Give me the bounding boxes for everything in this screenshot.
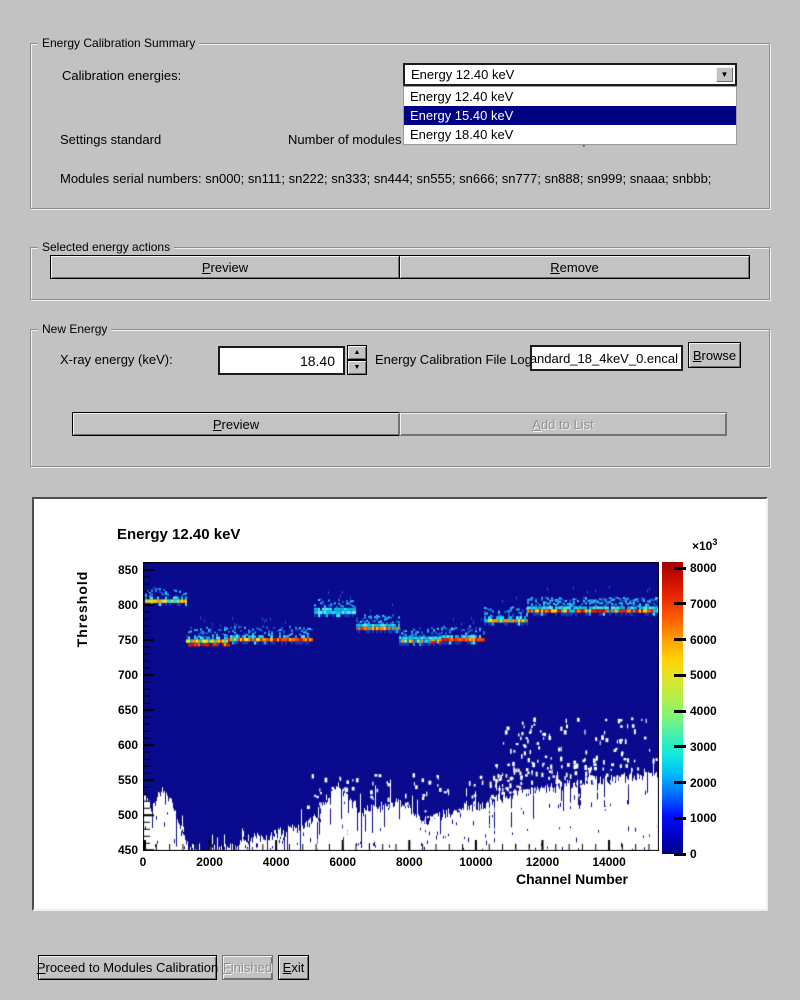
actions-group-title: Selected energy actions: [38, 240, 174, 254]
y-tick-label: 650: [94, 703, 138, 717]
x-tick-label: 0: [113, 855, 173, 869]
colorbar-tick-label: 2000: [690, 776, 717, 790]
new-energy-group-title: New Energy: [38, 322, 111, 336]
calibration-energies-dropdown: Energy 12.40 keV Energy 15.40 keV Energy…: [403, 86, 737, 145]
browse-button-label: B: [693, 348, 702, 363]
y-tick-label: 700: [94, 668, 138, 682]
number-of-modules-label: Number of modules 12: [288, 132, 420, 147]
file-log-label: Energy Calibration File Log: [375, 352, 532, 367]
colorbar-tick: [674, 567, 686, 570]
y-tick-label: 850: [94, 563, 138, 577]
x-tick-label: 10000: [446, 855, 506, 869]
colorbar-tick: [674, 817, 686, 820]
y-tick-label: 750: [94, 633, 138, 647]
calibration-energies-combobox[interactable]: Energy 12.40 keV ▼: [403, 63, 737, 86]
file-log-input[interactable]: standard_18_4keV_0.encal: [530, 345, 683, 371]
finished-button[interactable]: Finished: [222, 955, 273, 980]
x-tick-label: 12000: [512, 855, 572, 869]
colorbar-tick-label: 0: [690, 847, 697, 861]
colorbar-tick-label: 4000: [690, 704, 717, 718]
spin-down-button[interactable]: ▼: [347, 360, 367, 375]
xray-energy-value: 18.40: [300, 353, 335, 369]
colorbar-tick-label: 5000: [690, 668, 717, 682]
colorbar-multiplier: ×103: [692, 537, 717, 553]
colorbar-tick: [674, 638, 686, 641]
preview-new-button-label: P: [213, 417, 222, 432]
combobox-dropdown-button[interactable]: ▼: [716, 67, 733, 82]
y-tick-label: 500: [94, 808, 138, 822]
y-tick-label: 800: [94, 598, 138, 612]
colorbar-tick: [674, 674, 686, 677]
colorbar-tick: [674, 781, 686, 784]
spin-up-button[interactable]: ▲: [347, 345, 367, 360]
x-tick-label: 14000: [579, 855, 639, 869]
dropdown-item-2[interactable]: Energy 18.40 keV: [404, 125, 736, 144]
calibration-energies-label: Calibration energies:: [62, 68, 181, 83]
y-tick-label: 550: [94, 773, 138, 787]
preview-selected-button[interactable]: Preview: [50, 255, 400, 279]
finished-button-label: F: [223, 960, 231, 975]
proceed-button-label: P: [37, 960, 46, 975]
remove-button-label: R: [550, 260, 559, 275]
proceed-to-modules-calibration-button[interactable]: Proceed to Modules Calibration: [38, 955, 217, 980]
xray-energy-label: X-ray energy (keV):: [60, 352, 173, 367]
settings-standard-label: Settings standard: [60, 132, 161, 147]
x-tick-label: 6000: [313, 855, 373, 869]
colorbar-tick-label: 8000: [690, 561, 717, 575]
colorbar: [662, 562, 683, 854]
remove-button[interactable]: Remove: [399, 255, 750, 279]
colorbar-tick-label: 6000: [690, 633, 717, 647]
arrow-down-icon: ▼: [354, 364, 361, 371]
x-tick-label: 2000: [180, 855, 240, 869]
colorbar-tick: [674, 710, 686, 713]
add-to-list-button[interactable]: Add to List: [399, 412, 727, 436]
x-tick-label: 4000: [246, 855, 306, 869]
colorbar-tick-label: 7000: [690, 597, 717, 611]
y-axis-title: Threshold: [74, 571, 90, 648]
dropdown-item-1[interactable]: Energy 15.40 keV: [404, 106, 736, 125]
calibration-window: { "summary": { "title": "Energy Calibrat…: [0, 0, 800, 1000]
colorbar-tick: [674, 602, 686, 605]
x-tick-label: 8000: [379, 855, 439, 869]
y-tick-label: 600: [94, 738, 138, 752]
colorbar-tick: [674, 853, 686, 856]
exit-button-label: E: [283, 960, 292, 975]
exit-button[interactable]: Exit: [278, 955, 309, 980]
x-axis-title: Channel Number: [472, 871, 672, 887]
colorbar-tick-label: 1000: [690, 811, 717, 825]
xray-energy-spinbox[interactable]: 18.40: [218, 346, 345, 375]
heatmap-canvas: [143, 562, 659, 851]
add-to-list-button-label: A: [532, 417, 541, 432]
plot-title: Energy 12.40 keV: [117, 526, 240, 543]
file-log-value: standard_18_4keV_0.encal: [530, 351, 678, 366]
browse-button[interactable]: Browse: [688, 342, 741, 368]
colorbar-tick: [674, 745, 686, 748]
preview-selected-button-label: P: [202, 260, 211, 275]
summary-group-title: Energy Calibration Summary: [38, 36, 199, 50]
modules-serial-numbers-label: Modules serial numbers: sn000; sn111; sn…: [60, 171, 711, 186]
dropdown-item-0[interactable]: Energy 12.40 keV: [404, 87, 736, 106]
plot-panel: Energy 12.40 keV Threshold 4505005506006…: [32, 497, 768, 911]
preview-new-button[interactable]: Preview: [72, 412, 400, 436]
combobox-value: Energy 12.40 keV: [411, 67, 514, 82]
chevron-down-icon: ▼: [721, 70, 729, 79]
arrow-up-icon: ▲: [354, 349, 361, 356]
colorbar-tick-label: 3000: [690, 740, 717, 754]
